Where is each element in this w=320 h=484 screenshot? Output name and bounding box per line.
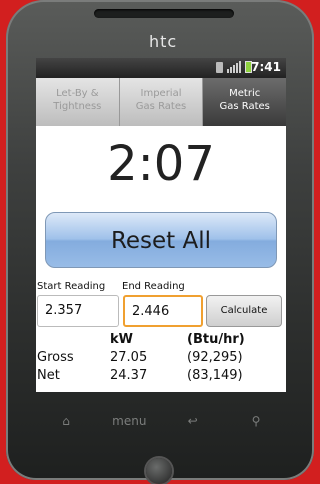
gross-kw-value: 27.05 (110, 350, 148, 365)
tab-let-by-tightness[interactable]: Let-By & Tightness (36, 78, 120, 126)
hardware-nav-bar: ⌂ menu ↩ ⚲ (36, 404, 286, 438)
trackball[interactable] (146, 458, 172, 484)
home-icon[interactable]: ⌂ (46, 414, 86, 428)
search-icon[interactable]: ⚲ (236, 414, 276, 428)
status-icons (216, 61, 252, 73)
end-reading-label: End Reading (122, 281, 185, 292)
tab-imperial-gas-rates[interactable]: Imperial Gas Rates (119, 78, 204, 126)
calculate-button[interactable]: Calculate (206, 295, 282, 327)
end-reading-input[interactable]: 2.446 (123, 295, 203, 327)
timer-display: 2:07 (107, 136, 215, 192)
start-reading-input[interactable]: 2.357 (37, 295, 119, 327)
brand-logo: htc (149, 32, 178, 51)
status-bar: 7:41 (36, 58, 286, 78)
sim-icon (216, 62, 223, 73)
results-header-kw: kW (110, 332, 133, 347)
menu-button[interactable]: menu (109, 414, 149, 428)
row-label: Gross (37, 350, 74, 365)
net-btu-value: (83,149) (187, 368, 243, 383)
row-label: Net (37, 368, 60, 383)
signal-icon (227, 61, 241, 73)
tab-metric-gas-rates[interactable]: Metric Gas Rates (203, 78, 286, 126)
results-header-btu: (Btu/hr) (187, 332, 245, 347)
speaker-grille (94, 9, 234, 18)
reset-all-button[interactable]: Reset All (45, 212, 277, 268)
start-reading-label: Start Reading (37, 281, 106, 292)
tab-bar: Let-By & Tightness Imperial Gas Rates Me… (36, 78, 286, 126)
status-clock: 7:41 (251, 60, 281, 74)
app-screen: 7:41 Let-By & Tightness Imperial Gas Rat… (36, 58, 286, 392)
net-kw-value: 24.37 (110, 368, 148, 383)
back-icon[interactable]: ↩ (173, 414, 213, 428)
gross-btu-value: (92,295) (187, 350, 243, 365)
